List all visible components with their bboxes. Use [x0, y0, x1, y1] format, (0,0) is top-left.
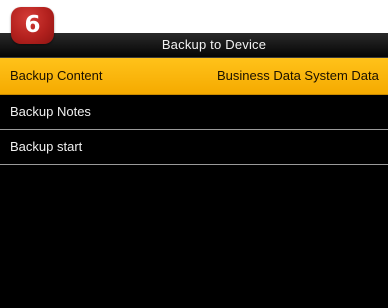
menu-item-label: Backup start	[10, 139, 83, 154]
step-number-badge: 6	[11, 7, 54, 44]
menu-item-backup-content[interactable]: Backup Content Business Data System Data	[0, 58, 388, 95]
page-title: Backup to Device	[161, 37, 267, 52]
device-frame: Backup to Device Backup Content Business…	[0, 0, 388, 308]
menu-item-value: Business Data System Data	[217, 68, 379, 83]
menu-item-label: Backup Content	[10, 68, 103, 83]
title-bar: Backup to Device	[0, 33, 388, 58]
menu-item-label: Backup Notes	[10, 104, 91, 119]
menu-item-backup-notes[interactable]: Backup Notes	[0, 95, 388, 130]
backup-menu: Backup Content Business Data System Data…	[0, 58, 388, 165]
device-screen: Backup to Device Backup Content Business…	[0, 33, 388, 308]
menu-item-backup-start[interactable]: Backup start	[0, 130, 388, 165]
